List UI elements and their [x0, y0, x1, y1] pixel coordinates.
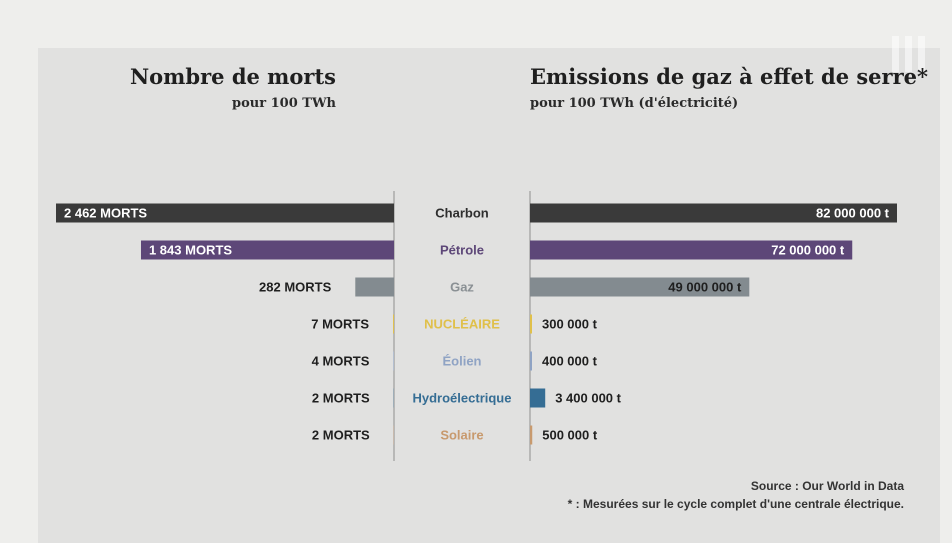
- emissions-label-nucleaire: 300 000 t: [542, 317, 598, 332]
- category-label-charbon: Charbon: [435, 206, 489, 221]
- emissions-bar-nucleaire: [530, 314, 532, 334]
- deaths-label-charbon: 2 462 MORTS: [64, 206, 147, 221]
- category-label-hydroelectrique: Hydroélectrique: [413, 391, 512, 406]
- category-label-petrole: Pétrole: [440, 243, 484, 258]
- emissions-label-gaz: 49 000 000 t: [668, 280, 742, 295]
- deaths-bar-nucleaire: [393, 314, 394, 334]
- emissions-label-charbon: 82 000 000 t: [816, 206, 890, 221]
- deaths-label-hydroelectrique: 2 MORTS: [312, 391, 370, 406]
- emissions-bar-eolien: [530, 351, 532, 371]
- emissions-label-solaire: 500 000 t: [542, 428, 598, 443]
- emissions-label-eolien: 400 000 t: [542, 354, 598, 369]
- deaths-bar-eolien: [393, 351, 394, 371]
- deaths-bar-gaz: [355, 277, 394, 297]
- butterfly-bar-chart: 2 462 MORTS 82 000 000 t Charbon 1 843 MORT…: [56, 191, 897, 461]
- deaths-label-solaire: 2 MORTS: [312, 428, 370, 443]
- source-note: Source : Our World in Data: [750, 479, 904, 493]
- category-label-nucleaire: NUCLÉAIRE: [424, 317, 500, 332]
- deaths-label-petrole: 1 843 MORTS: [149, 243, 232, 258]
- emissions-bar-solaire: [530, 425, 533, 445]
- emissions-label-petrole: 72 000 000 t: [771, 243, 845, 258]
- emissions-bar-hydroelectrique: [530, 388, 546, 408]
- category-label-solaire: Solaire: [440, 428, 483, 443]
- emissions-label-hydroelectrique: 3 400 000 t: [555, 391, 621, 406]
- category-label-gaz: Gaz: [450, 280, 474, 295]
- deaths-label-eolien: 4 MORTS: [312, 354, 370, 369]
- footnote: * : Mesurées sur le cycle complet d'une …: [567, 497, 904, 511]
- category-label-eolien: Éolien: [442, 354, 481, 369]
- deaths-label-gaz: 282 MORTS: [259, 280, 332, 295]
- deaths-label-nucleaire: 7 MORTS: [311, 317, 369, 332]
